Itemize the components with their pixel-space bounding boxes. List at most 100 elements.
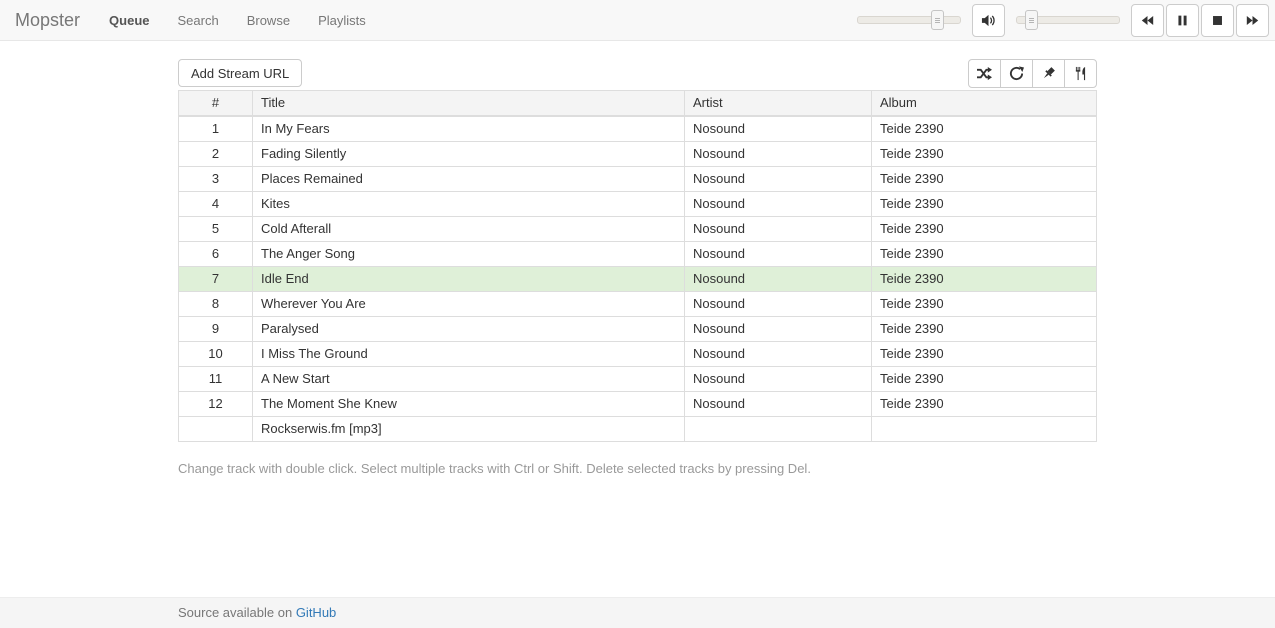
cell-artist[interactable] [685,417,872,442]
cell-title[interactable]: Paralysed [253,317,685,342]
cell-artist[interactable]: Nosound [685,192,872,217]
consume-button[interactable] [1064,59,1097,88]
table-row[interactable]: 8Wherever You AreNosoundTeide 2390 [179,292,1097,317]
cell-title[interactable]: Fading Silently [253,142,685,167]
column-header-album[interactable]: Album [872,91,1097,117]
cell-artist[interactable]: Nosound [685,142,872,167]
nav-item-browse[interactable]: Browse [233,13,304,28]
cell-title[interactable]: The Anger Song [253,242,685,267]
pause-button[interactable] [1166,4,1199,37]
table-row[interactable]: Rockserwis.fm [mp3] [179,417,1097,442]
mute-button[interactable] [972,4,1005,37]
cell-artist[interactable]: Nosound [685,167,872,192]
cell-artist[interactable]: Nosound [685,392,872,417]
cell-num[interactable]: 3 [179,167,253,192]
cell-artist[interactable]: Nosound [685,292,872,317]
table-row[interactable]: 10I Miss The GroundNosoundTeide 2390 [179,342,1097,367]
cell-num[interactable]: 7 [179,267,253,292]
header-row: # Title Artist Album [179,91,1097,117]
cell-album[interactable]: Teide 2390 [872,317,1097,342]
cell-title[interactable]: Kites [253,192,685,217]
cell-num[interactable]: 2 [179,142,253,167]
cell-title[interactable]: Rockserwis.fm [mp3] [253,417,685,442]
cell-album[interactable]: Teide 2390 [872,116,1097,142]
table-row-current-track[interactable]: 7Idle EndNosoundTeide 2390 [179,267,1097,292]
cell-num[interactable]: 1 [179,116,253,142]
cell-num[interactable]: 5 [179,217,253,242]
volume-slider[interactable] [857,16,961,24]
navbar: Mopster Queue Search Browse Playlists [0,0,1275,41]
cell-artist[interactable]: Nosound [685,267,872,292]
table-row[interactable]: 12The Moment She KnewNosoundTeide 2390 [179,392,1097,417]
cell-artist[interactable]: Nosound [685,242,872,267]
cell-artist[interactable]: Nosound [685,317,872,342]
cell-album[interactable]: Teide 2390 [872,167,1097,192]
table-row[interactable]: 6The Anger SongNosoundTeide 2390 [179,242,1097,267]
cell-album[interactable]: Teide 2390 [872,142,1097,167]
cell-artist[interactable]: Nosound [685,367,872,392]
cell-album[interactable]: Teide 2390 [872,392,1097,417]
nav-item-queue[interactable]: Queue [95,13,163,28]
cell-num[interactable]: 6 [179,242,253,267]
table-row[interactable]: 11A New StartNosoundTeide 2390 [179,367,1097,392]
cell-album[interactable]: Teide 2390 [872,217,1097,242]
pin-button[interactable] [1032,59,1065,88]
cell-title[interactable]: In My Fears [253,116,685,142]
cell-album[interactable]: Teide 2390 [872,367,1097,392]
column-header-artist[interactable]: Artist [685,91,872,117]
github-link[interactable]: GitHub [296,605,336,620]
cell-num[interactable]: 12 [179,392,253,417]
table-row[interactable]: 3Places RemainedNosoundTeide 2390 [179,167,1097,192]
cell-album[interactable]: Teide 2390 [872,267,1097,292]
cell-num[interactable] [179,417,253,442]
cell-num[interactable]: 4 [179,192,253,217]
column-header-title[interactable]: Title [253,91,685,117]
repeat-button[interactable] [1000,59,1033,88]
seek-slider-handle[interactable] [1025,10,1038,30]
cell-title[interactable]: Idle End [253,267,685,292]
nav-item-search[interactable]: Search [164,13,233,28]
nav-links: Queue Search Browse Playlists [95,13,380,28]
nav-item-playlists[interactable]: Playlists [304,13,380,28]
cell-title[interactable]: Places Remained [253,167,685,192]
volume-slider-handle[interactable] [931,10,944,30]
playback-mode-buttons [968,59,1097,88]
cell-num[interactable]: 8 [179,292,253,317]
cell-title[interactable]: Cold Afterall [253,217,685,242]
table-row[interactable]: 4KitesNosoundTeide 2390 [179,192,1097,217]
table-row[interactable]: 1In My FearsNosoundTeide 2390 [179,116,1097,142]
cell-num[interactable]: 10 [179,342,253,367]
table-row[interactable]: 5Cold AfterallNosoundTeide 2390 [179,217,1097,242]
table-row[interactable]: 9ParalysedNosoundTeide 2390 [179,317,1097,342]
cell-album[interactable]: Teide 2390 [872,342,1097,367]
column-header-number[interactable]: # [179,91,253,117]
cell-artist[interactable]: Nosound [685,342,872,367]
cutlery-icon [1073,66,1088,81]
cell-title[interactable]: I Miss The Ground [253,342,685,367]
cell-artist[interactable]: Nosound [685,116,872,142]
cell-album[interactable]: Teide 2390 [872,292,1097,317]
queue-table-header: # Title Artist Album [179,91,1097,117]
player-controls [857,0,1269,40]
cell-title[interactable]: The Moment She Knew [253,392,685,417]
repeat-icon [1009,66,1024,81]
add-stream-url-button[interactable]: Add Stream URL [178,59,302,87]
cell-artist[interactable]: Nosound [685,217,872,242]
cell-title[interactable]: Wherever You Are [253,292,685,317]
fast-forward-icon [1246,14,1259,27]
cell-title[interactable]: A New Start [253,367,685,392]
brand[interactable]: Mopster [0,10,95,31]
previous-button[interactable] [1131,4,1164,37]
cell-num[interactable]: 11 [179,367,253,392]
cell-album[interactable]: Teide 2390 [872,192,1097,217]
stop-button[interactable] [1201,4,1234,37]
cell-num[interactable]: 9 [179,317,253,342]
cell-album[interactable] [872,417,1097,442]
seek-slider[interactable] [1016,16,1120,24]
next-button[interactable] [1236,4,1269,37]
table-row[interactable]: 2Fading SilentlyNosoundTeide 2390 [179,142,1097,167]
cell-album[interactable]: Teide 2390 [872,242,1097,267]
footer: Source available on GitHub [0,597,1275,628]
footer-text: Source available on [178,605,296,620]
shuffle-button[interactable] [968,59,1001,88]
